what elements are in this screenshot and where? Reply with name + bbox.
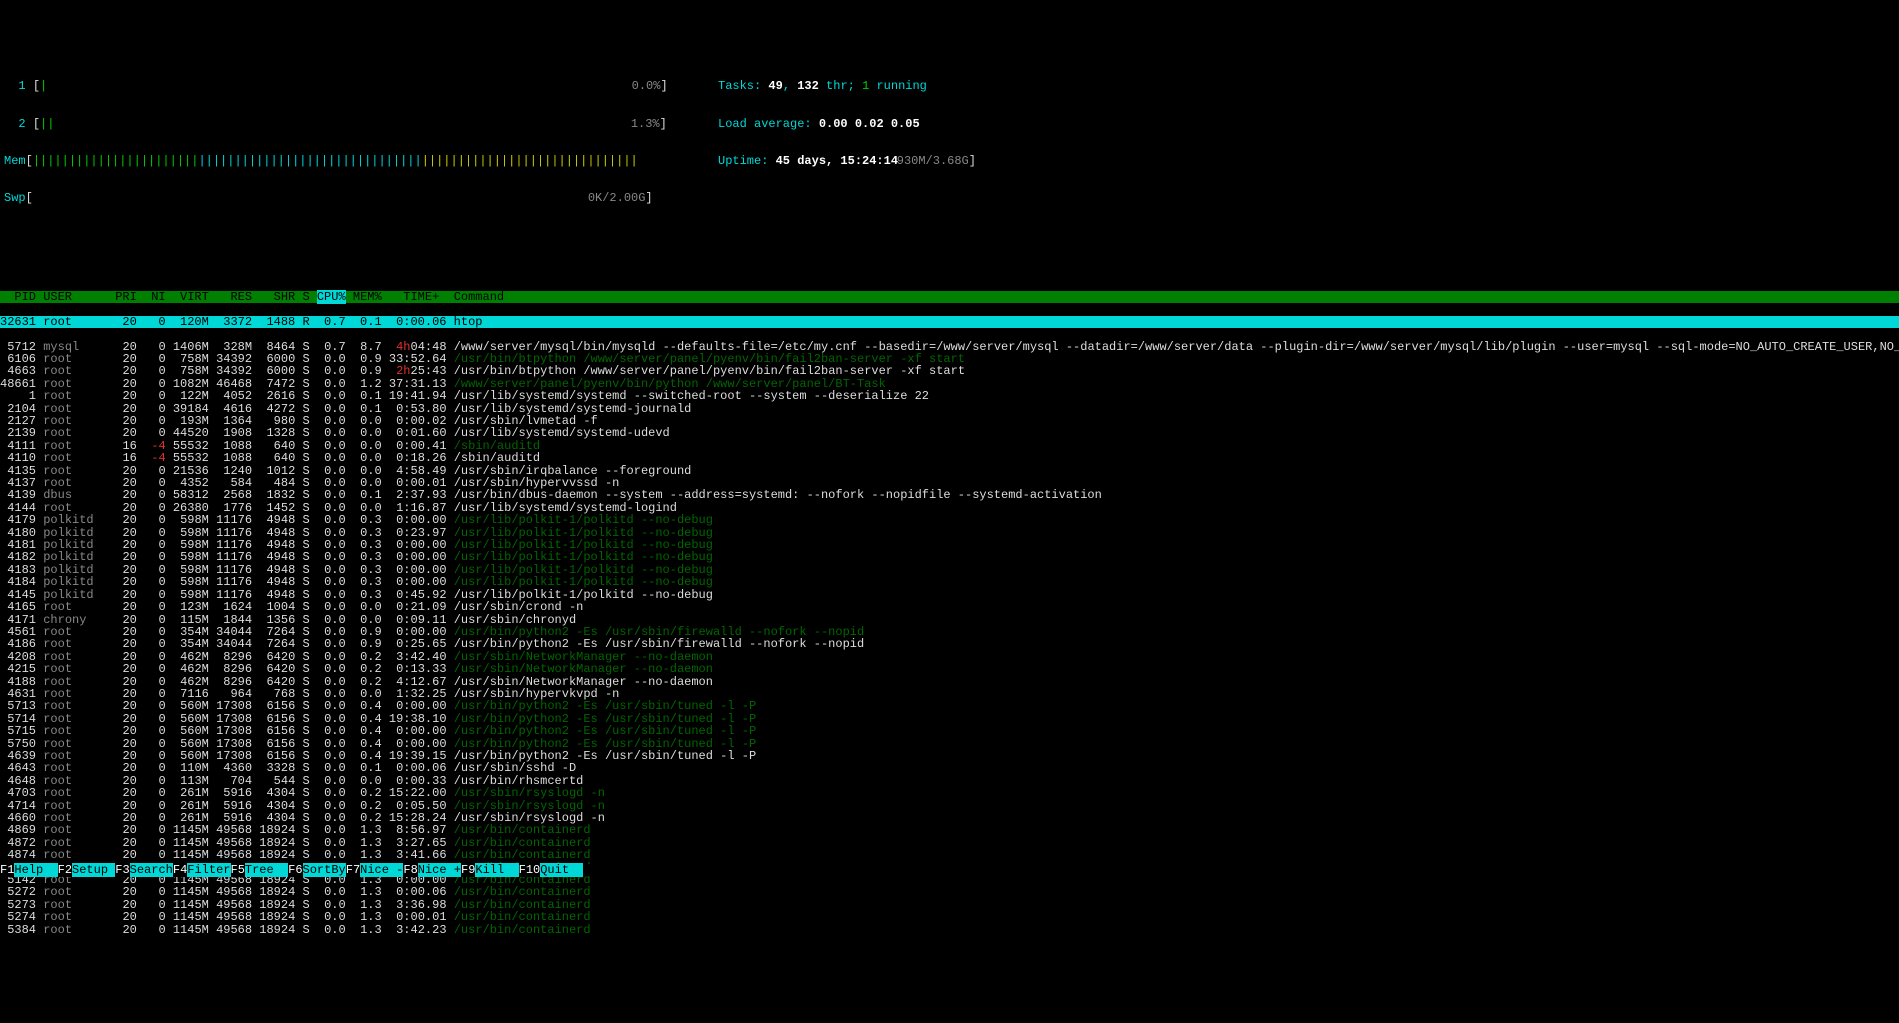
fkey: F5 xyxy=(231,863,245,877)
fkey: F6 xyxy=(288,863,302,877)
fkey-label[interactable]: Filter xyxy=(187,863,230,877)
fkey-label[interactable]: Help xyxy=(14,863,57,877)
fkey: F2 xyxy=(58,863,72,877)
fkey: F4 xyxy=(173,863,187,877)
fkey: F3 xyxy=(115,863,129,877)
fkey-label[interactable]: Search xyxy=(130,863,173,877)
meter-area: 1 [| 0.0%] 2 [|| 1.3%] Mem[|||||||||||||… xyxy=(0,50,1899,232)
process-row[interactable]: 5384 root 20 0 1145M 49568 18924 S 0.0 1… xyxy=(0,924,1899,936)
mem-meter: Mem[||||||||||||||||||||||||||||||||||||… xyxy=(4,155,706,167)
fkey-label[interactable]: SortBy xyxy=(303,863,346,877)
selected-process-row[interactable]: 32631 root 20 0 120M 3372 1488 R 0.7 0.1… xyxy=(0,316,1899,328)
cpu2-meter: 2 [|| 1.3%] xyxy=(4,118,706,130)
fkey: F1 xyxy=(0,863,14,877)
fkey: F9 xyxy=(461,863,475,877)
fkey-label[interactable]: Tree xyxy=(245,863,288,877)
cpu1-meter: 1 [| 0.0%] xyxy=(4,80,706,92)
fkey: F8 xyxy=(403,863,417,877)
tasks-line: Tasks: 49, 132 thr; 1 running xyxy=(718,80,927,92)
swp-meter: Swp[0K/2.00G] xyxy=(4,192,706,204)
fkey-label[interactable]: Quit xyxy=(540,863,583,877)
uptime-line: Uptime: 45 days, 15:24:14 xyxy=(718,155,927,167)
sort-column-cpu[interactable]: CPU% xyxy=(317,290,346,304)
fkey: F7 xyxy=(346,863,360,877)
fkey-label[interactable]: Setup xyxy=(72,863,115,877)
column-header[interactable]: PID USER PRI NI VIRT RES SHR S CPU% MEM%… xyxy=(0,291,1899,303)
process-list[interactable]: 5712 mysql 20 0 1406M 328M 8464 S 0.7 8.… xyxy=(0,341,1899,937)
fkey-label[interactable]: Kill xyxy=(475,863,518,877)
function-key-bar[interactable]: F1Help F2Setup F3SearchF4FilterF5Tree F6… xyxy=(0,864,1899,876)
fkey: F10 xyxy=(519,863,541,877)
fkey-label[interactable]: Nice + xyxy=(418,863,461,877)
fkey-label[interactable]: Nice - xyxy=(360,863,403,877)
load-line: Load average: 0.00 0.02 0.05 xyxy=(718,118,927,130)
